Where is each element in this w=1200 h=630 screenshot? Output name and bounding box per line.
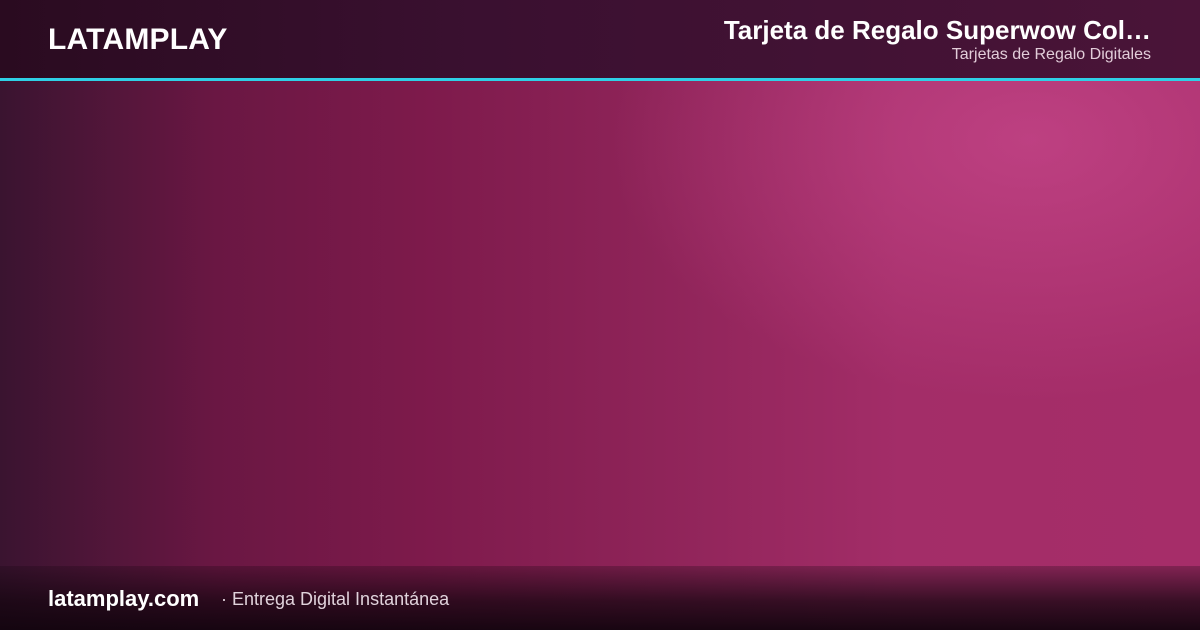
accent-divider (0, 78, 1200, 81)
brand-logo-text: LATAMPLAY (48, 23, 228, 56)
title-block: Tarjeta de Regalo Superwow Col… Tarjetas… (611, 14, 1151, 64)
delivery-tagline: · Entrega Digital Instantánea (221, 589, 450, 609)
product-category: Tarjetas de Regalo Digitales (951, 46, 1151, 63)
footer-bar: latamplay.com · Entrega Digital Instantá… (0, 566, 1200, 630)
header-bar: LATAMPLAY Tarjeta de Regalo Superwow Col… (0, 0, 1200, 78)
product-title: Tarjeta de Regalo Superwow Col… (723, 15, 1151, 45)
site-domain: latamplay.com (48, 586, 200, 611)
share-card: LATAMPLAY Tarjeta de Regalo Superwow Col… (0, 0, 1200, 630)
